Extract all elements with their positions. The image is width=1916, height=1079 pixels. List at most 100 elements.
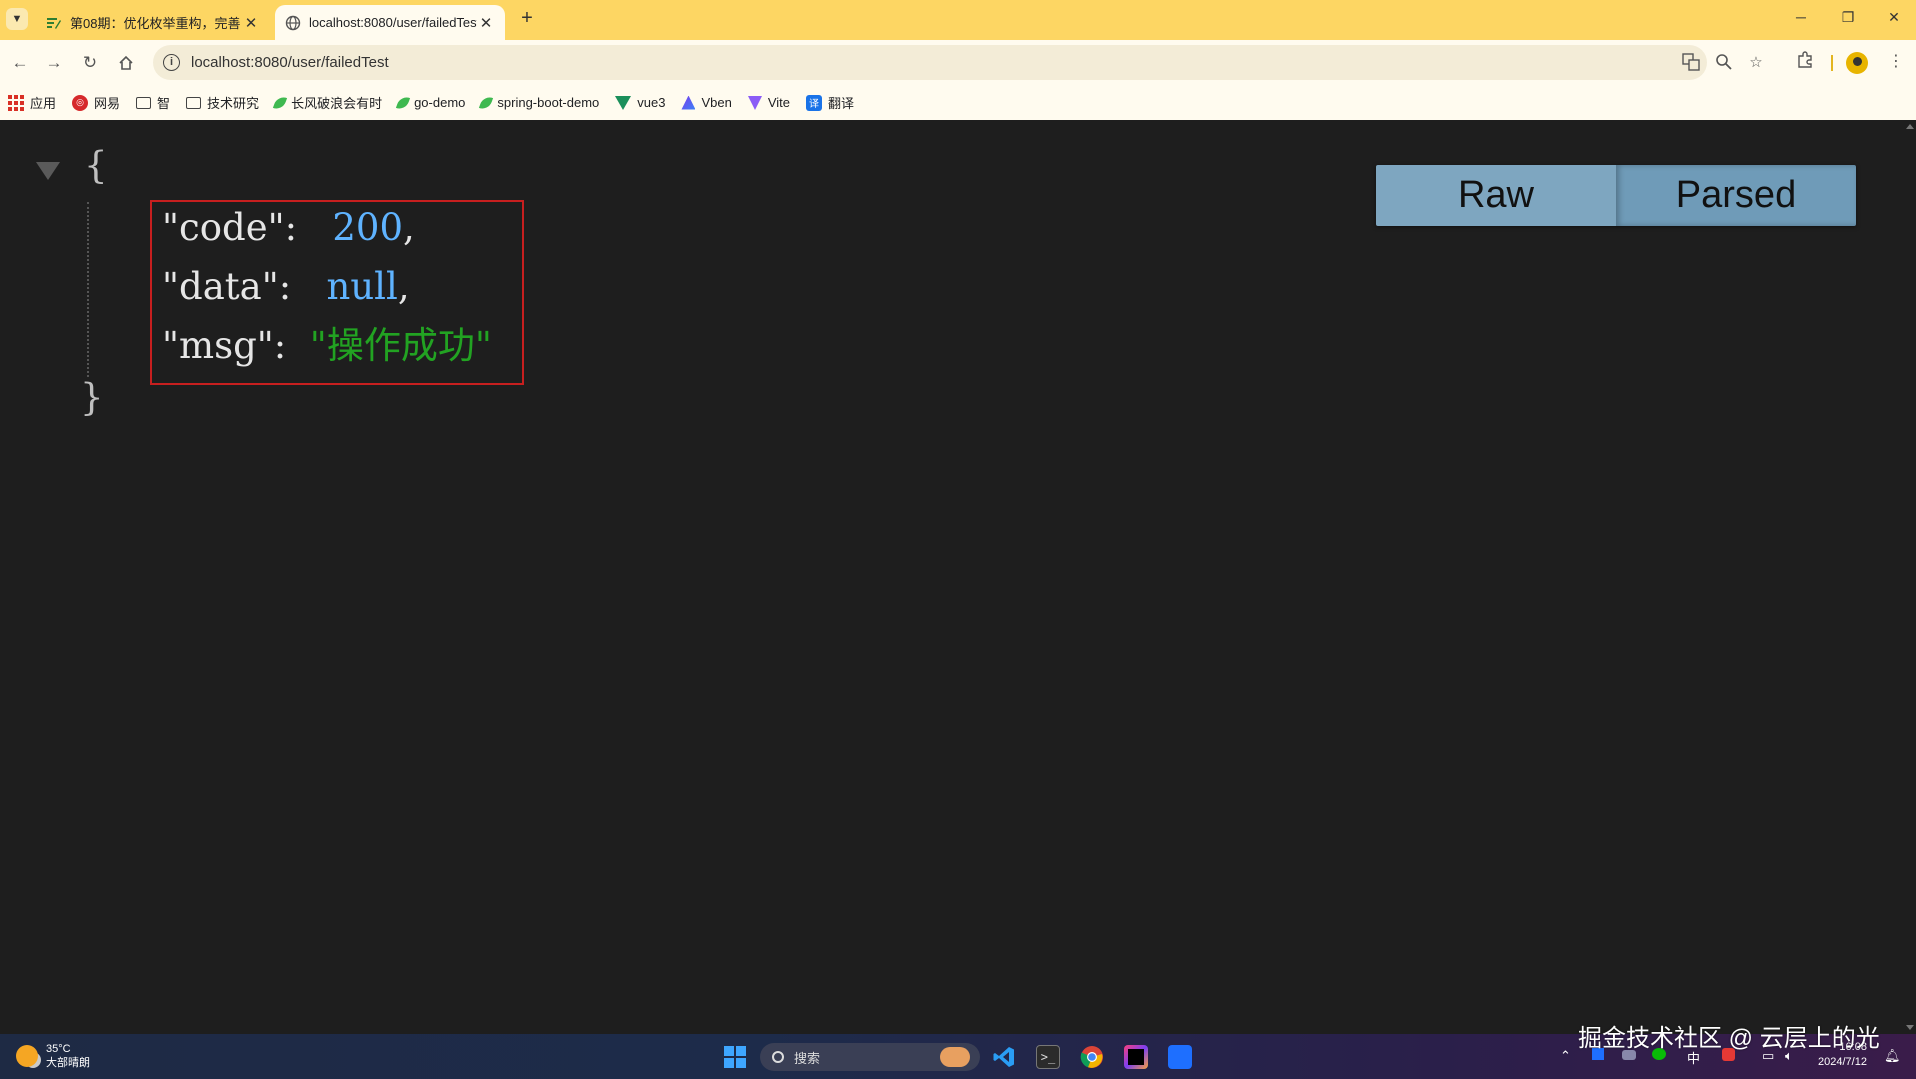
scroll-up-icon[interactable]	[1906, 124, 1914, 129]
bookmark-vue3[interactable]: vue3	[615, 95, 665, 110]
tab-search-button[interactable]: ▼	[6, 8, 28, 30]
bookmark-label: 智	[157, 96, 171, 111]
tab-strip: ▼ 第08期：优化枚举重构，完善 ✕ localhost:8080/user/f…	[0, 0, 1916, 40]
globe-icon	[285, 15, 301, 31]
bookmark-label: vue3	[637, 95, 666, 110]
search-highlight-icon	[940, 1047, 970, 1067]
apps-grid-icon	[8, 94, 24, 111]
notification-bell-icon[interactable]: 🔔︎	[1884, 1048, 1901, 1064]
address-bar[interactable]: i localhost:8080/user/failedTest ☆	[153, 45, 1763, 80]
editor-favicon-icon	[46, 15, 62, 31]
close-tab-icon[interactable]: ✕	[242, 14, 260, 32]
chrome-icon	[1080, 1046, 1103, 1068]
json-key: "data"	[162, 265, 279, 308]
bookmark-label: 翻译	[828, 96, 855, 111]
site-info-icon[interactable]: i	[163, 54, 180, 71]
json-viewer-page: { "code": 200, "data": null, "msg": "操作成…	[0, 120, 1904, 1034]
forward-button[interactable]: →	[42, 51, 66, 75]
folder-icon	[136, 96, 152, 109]
intellij-icon	[1124, 1045, 1148, 1069]
bookmark-label: spring-boot-demo	[497, 95, 600, 110]
bookmark-label: 长风破浪会有时	[291, 96, 383, 111]
profile-avatar-icon[interactable]	[1846, 52, 1868, 74]
reload-button[interactable]: ↻	[78, 51, 102, 75]
clock-date: 2024/7/12	[1818, 1056, 1867, 1068]
toolbar-divider	[1831, 55, 1833, 71]
indent-guide	[87, 202, 89, 377]
json-comma: ,	[397, 265, 410, 308]
bookmark-folder-zhi[interactable]: 智	[136, 93, 170, 112]
collapse-triangle-icon[interactable]	[36, 162, 60, 180]
bird-app-icon	[1168, 1045, 1192, 1069]
bookmark-netease[interactable]: ◎ 网易	[72, 93, 120, 112]
vite-icon	[747, 95, 762, 110]
json-value: 200	[332, 206, 404, 249]
chevron-down-icon: ▼	[11, 13, 23, 25]
taskbar-search[interactable]: 搜索	[760, 1043, 980, 1071]
translate-icon: 译	[806, 94, 823, 111]
tab-article[interactable]: 第08期：优化枚举重构，完善 ✕	[36, 5, 270, 40]
url-text[interactable]: localhost:8080/user/failedTest	[191, 54, 389, 71]
terminal-icon: >_	[1036, 1045, 1060, 1069]
folder-icon	[186, 96, 202, 109]
bookmark-apps[interactable]: 应用	[8, 93, 56, 112]
tab-title: localhost:8080/user/failedTest	[309, 15, 477, 30]
bookmark-spring-boot-demo[interactable]: spring-boot-demo	[479, 94, 600, 111]
netease-icon: ◎	[72, 94, 89, 111]
parsed-button[interactable]: Parsed	[1616, 165, 1856, 226]
vue-icon	[615, 95, 632, 110]
browser-toolbar: ← → ↻ i localhost:8080/user/failedTest ☆…	[0, 40, 1916, 85]
search-placeholder: 搜索	[794, 1050, 821, 1066]
bookmark-go-demo[interactable]: go-demo	[395, 94, 466, 111]
bookmark-translate[interactable]: 译翻译	[806, 93, 854, 112]
scroll-down-icon[interactable]	[1906, 1025, 1914, 1030]
feishu-app[interactable]	[1164, 1041, 1196, 1073]
weather-widget[interactable]: 35°C 大部晴朗	[16, 1042, 90, 1070]
bookmark-folder-tech[interactable]: 技术研究	[186, 93, 259, 112]
json-colon: :	[278, 265, 292, 308]
home-icon	[119, 55, 133, 70]
bookmark-label: 应用	[30, 96, 57, 111]
more-menu-icon[interactable]: ⋮	[1884, 51, 1908, 75]
bookmark-vite[interactable]: Vite	[747, 95, 790, 110]
restore-button[interactable]: ❐	[1837, 9, 1859, 31]
back-button[interactable]: ←	[8, 51, 32, 75]
terminal-app[interactable]: >_	[1032, 1041, 1064, 1073]
bookmark-star-icon[interactable]: ☆	[1746, 53, 1766, 73]
zoom-icon[interactable]	[1714, 53, 1734, 73]
tab-title: 第08期：优化枚举重构，完善	[70, 16, 241, 31]
open-brace: {	[84, 144, 108, 187]
translate-page-icon[interactable]	[1681, 53, 1701, 73]
bookmark-label: go-demo	[414, 95, 466, 110]
close-window-button[interactable]: ✕	[1883, 9, 1905, 31]
json-value: null	[326, 265, 398, 308]
close-tab-icon[interactable]: ✕	[477, 14, 495, 32]
tab-localhost[interactable]: localhost:8080/user/failedTest ✕	[275, 5, 505, 40]
extensions-icon[interactable]	[1793, 51, 1817, 75]
start-button[interactable]	[719, 1041, 751, 1073]
leaf-icon	[479, 94, 494, 111]
bookmark-label: 网易	[94, 96, 121, 111]
json-value: "操作成功"	[309, 324, 492, 367]
vertical-scrollbar[interactable]	[1904, 120, 1916, 1034]
new-tab-button[interactable]: +	[516, 8, 538, 30]
json-entry-data: "data": null,	[162, 265, 410, 309]
vscode-icon	[993, 1047, 1014, 1067]
home-button[interactable]	[114, 51, 138, 75]
json-colon: :	[273, 324, 287, 367]
json-entry-msg: "msg": "操作成功"	[162, 324, 492, 368]
intellij-app[interactable]	[1120, 1041, 1152, 1073]
bookmarks-bar: 应用 ◎ 网易 智 技术研究 长风破浪会有时 go-demo spring-boo…	[0, 85, 1916, 120]
vscode-app[interactable]	[988, 1041, 1020, 1073]
bookmark-changfeng[interactable]: 长风破浪会有时	[272, 93, 383, 112]
weather-desc: 大部晴朗	[46, 1057, 90, 1069]
minimize-button[interactable]: ─	[1790, 9, 1812, 31]
tray-overflow-icon[interactable]: ⌃	[1560, 1048, 1571, 1064]
leaf-icon	[272, 94, 288, 111]
view-mode-toggle: Raw Parsed	[1376, 165, 1856, 226]
raw-button[interactable]: Raw	[1376, 165, 1616, 226]
bookmark-vben[interactable]: Vben	[681, 95, 732, 110]
watermark-text: 掘金技术社区 @ 云层上的光	[1578, 1025, 1880, 1052]
chrome-app[interactable]	[1076, 1041, 1108, 1073]
bookmark-label: Vben	[701, 95, 732, 110]
